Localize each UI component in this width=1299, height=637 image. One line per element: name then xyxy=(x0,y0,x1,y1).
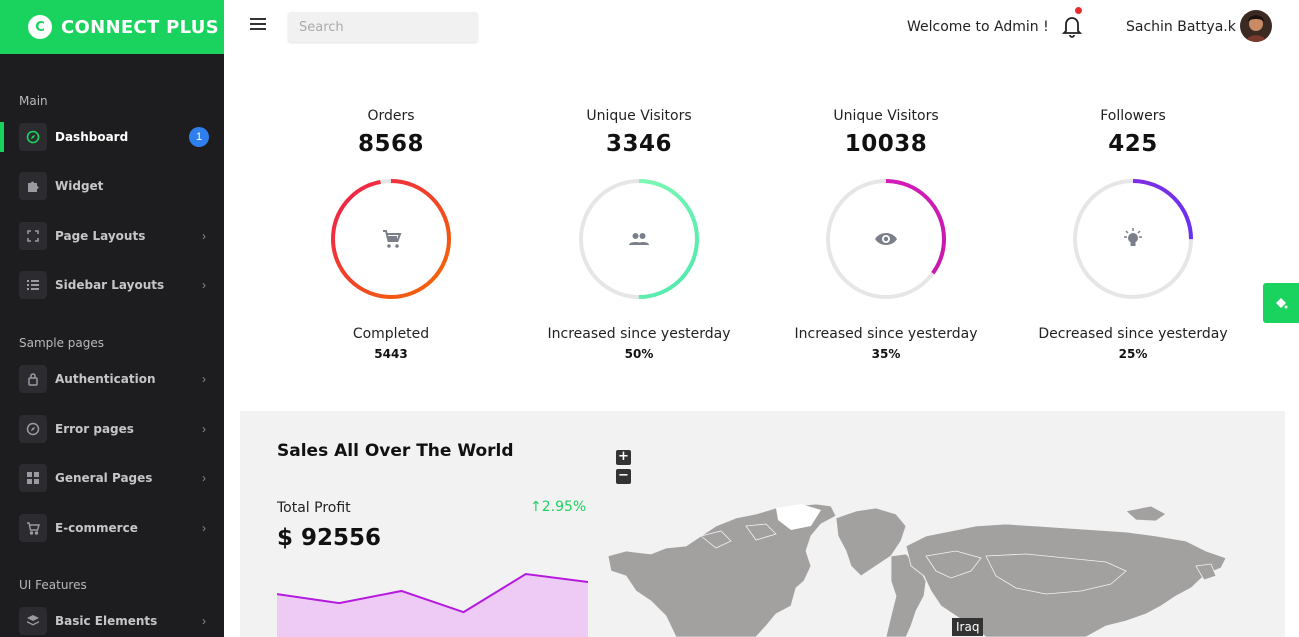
sidebar-item-label: Widget xyxy=(55,179,104,193)
logo-icon: C xyxy=(28,15,52,39)
chevron-right-icon: › xyxy=(202,614,206,628)
chevron-right-icon: › xyxy=(202,229,206,243)
progress-ring xyxy=(330,178,452,300)
avatar[interactable] xyxy=(1240,10,1272,42)
users-icon xyxy=(629,233,649,245)
stat-title: Unique Visitors xyxy=(586,108,692,124)
notification-badge: 1 xyxy=(189,127,209,147)
stat-value: 10038 xyxy=(844,131,928,157)
chevron-right-icon: › xyxy=(202,521,206,535)
map-tooltip: Iraq xyxy=(952,618,984,636)
world-map[interactable] xyxy=(606,496,1246,637)
sales-card: Sales All Over The World Total Profit ↑2… xyxy=(240,411,1285,637)
sidebar-item-sidebar-layouts[interactable]: Sidebar Layouts › xyxy=(0,266,224,304)
sidebar-item-dashboard[interactable]: Dashboard 1 xyxy=(0,118,224,156)
stat-sub-value: 35% xyxy=(871,347,901,361)
stat-value: 425 xyxy=(1108,131,1158,157)
compass-icon xyxy=(19,415,47,443)
stat-widget-orders: Orders 8568 Completed 5443 xyxy=(266,108,516,361)
sidebar-item-label: Dashboard xyxy=(55,130,129,144)
lock-icon xyxy=(19,365,47,393)
stat-sub-label: Increased since yesterday xyxy=(547,326,731,342)
sidebar-category-sample-pages: Sample pages xyxy=(19,336,105,350)
stat-sub-value: 5443 xyxy=(374,347,408,361)
sidebar-item-general-pages[interactable]: General Pages › xyxy=(0,459,224,497)
sidebar-item-label: General Pages xyxy=(55,471,153,485)
sidebar: Main Dashboard 1 Widget Page Layouts › S… xyxy=(0,54,224,637)
stat-widget-followers: Followers 425 Decreased since yesterday … xyxy=(1008,108,1258,361)
progress-ring xyxy=(825,178,947,300)
sidebar-item-widget[interactable]: Widget xyxy=(0,167,224,205)
sidebar-item-label: Error pages xyxy=(55,422,134,436)
total-profit-label: Total Profit xyxy=(277,500,351,516)
brand-name: CONNECT PLUS xyxy=(61,16,219,38)
grid-icon xyxy=(19,464,47,492)
layers-icon xyxy=(19,607,47,635)
list-icon xyxy=(19,271,47,299)
sidebar-item-page-layouts[interactable]: Page Layouts › xyxy=(0,217,224,255)
sidebar-item-label: E-commerce xyxy=(55,521,138,535)
sidebar-item-label: Sidebar Layouts xyxy=(55,278,165,292)
profit-change: ↑2.95% xyxy=(530,499,587,515)
sidebar-item-e-commerce[interactable]: E-commerce › xyxy=(0,509,224,547)
sidebar-item-label: Authentication xyxy=(55,372,156,386)
paint-bucket-icon xyxy=(1276,298,1288,309)
stat-value: 3346 xyxy=(605,131,672,157)
compass-icon xyxy=(19,123,47,151)
stat-widget-unique-visitors-views: Unique Visitors 10038 Increased since ye… xyxy=(761,108,1011,361)
stat-widget-unique-visitors: Unique Visitors 3346 Increased since yes… xyxy=(514,108,764,361)
stat-value: 8568 xyxy=(357,131,424,157)
arrow-up-icon: ↑ xyxy=(530,499,542,515)
chevron-right-icon: › xyxy=(202,471,206,485)
cart-icon xyxy=(19,514,47,542)
eye-icon xyxy=(875,233,897,245)
puzzle-icon xyxy=(19,172,47,200)
zoom-out-button[interactable]: − xyxy=(616,469,631,484)
progress-ring xyxy=(1072,178,1194,300)
chevron-right-icon: › xyxy=(202,422,206,436)
welcome-text: Welcome to Admin ! xyxy=(907,19,1049,35)
stat-title: Followers xyxy=(1100,108,1166,124)
trend-area xyxy=(277,574,588,637)
stat-sub-label: Completed xyxy=(352,326,430,342)
stat-title: Orders xyxy=(367,108,415,124)
brand-header[interactable]: C CONNECT PLUS xyxy=(0,0,224,54)
progress-ring xyxy=(578,178,700,300)
stat-sub-label: Decreased since yesterday xyxy=(1038,326,1228,342)
card-title: Sales All Over The World xyxy=(277,441,514,461)
sidebar-category-ui-features: UI Features xyxy=(19,578,87,592)
stat-sub-value: 25% xyxy=(1118,347,1148,361)
sidebar-item-basic-elements[interactable]: Basic Elements › xyxy=(0,602,224,637)
expand-icon xyxy=(19,222,47,250)
stat-sub-value: 50% xyxy=(624,347,654,361)
sidebar-item-error-pages[interactable]: Error pages › xyxy=(0,410,224,448)
theme-settings-button[interactable] xyxy=(1263,283,1299,323)
sidebar-item-authentication[interactable]: Authentication › xyxy=(0,360,224,398)
sidebar-item-label: Basic Elements xyxy=(55,614,158,628)
zoom-in-button[interactable]: + xyxy=(616,450,631,465)
sidebar-item-label: Page Layouts xyxy=(55,229,146,243)
stat-title: Unique Visitors xyxy=(833,108,939,124)
cart-icon xyxy=(383,230,402,248)
hamburger-menu-icon[interactable] xyxy=(250,18,266,32)
chevron-right-icon: › xyxy=(202,372,206,386)
sidebar-category-main: Main xyxy=(19,94,48,108)
bell-icon[interactable] xyxy=(1061,7,1083,38)
bulb-icon xyxy=(1124,228,1142,246)
stat-sub-label: Increased since yesterday xyxy=(794,326,978,342)
total-profit-value: $ 92556 xyxy=(277,525,382,551)
chevron-right-icon: › xyxy=(202,278,206,292)
profit-trend-chart xyxy=(277,572,588,637)
notification-dot xyxy=(1075,7,1082,14)
user-name[interactable]: Sachin Battya.k xyxy=(1126,19,1236,35)
search-input[interactable] xyxy=(288,12,478,42)
